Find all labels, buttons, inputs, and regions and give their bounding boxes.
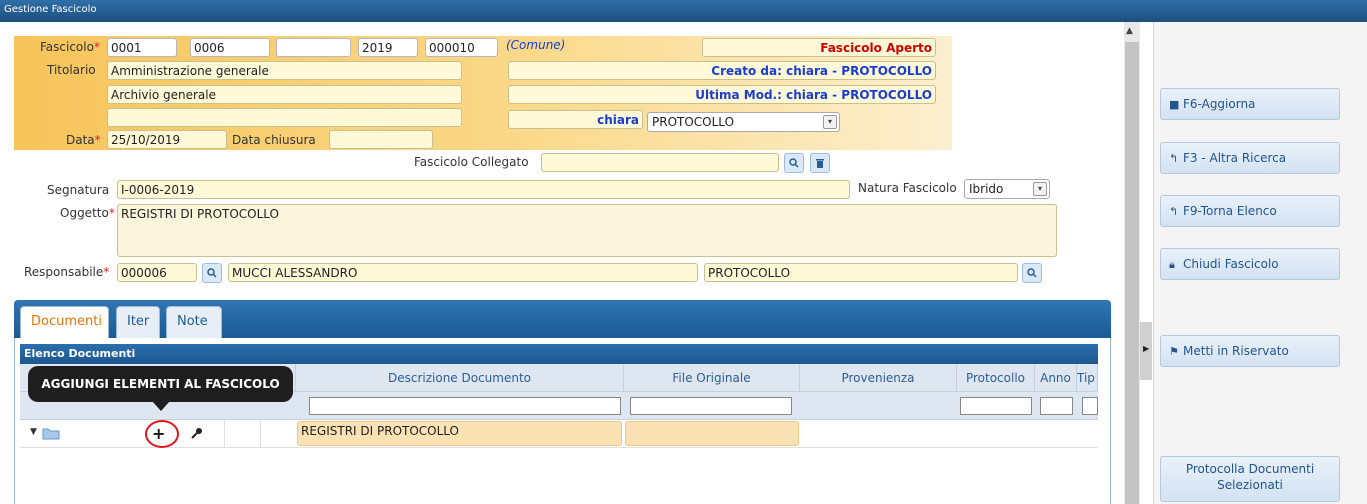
tab-iter[interactable]: Iter [116, 306, 160, 338]
filter-file[interactable] [630, 397, 792, 415]
responsabile-name-field[interactable]: MUCCI ALESSANDRO [228, 263, 698, 282]
column-header-tipo[interactable]: Tip [1077, 364, 1098, 392]
titolario-field-3[interactable] [107, 108, 462, 127]
grid-title: Elenco Documenti [20, 344, 1098, 364]
torna-elenco-button[interactable]: ↰ F9-Torna Elenco [1160, 195, 1340, 227]
comune-label: (Comune) [506, 38, 566, 52]
protocolla-button[interactable]: Protocolla Documenti Selezionati [1160, 456, 1340, 502]
oggetto-label: Oggetto* [60, 206, 115, 220]
cell-divider [260, 420, 261, 448]
data-label: Data* [66, 133, 101, 147]
segnatura-label: Segnatura [47, 183, 110, 197]
data-chiusura-label: Data chiusura [232, 133, 316, 147]
natura-select[interactable]: Ibrido ▾ [964, 179, 1050, 199]
save-icon: ■ [1169, 98, 1180, 111]
column-header-anno[interactable]: Anno [1035, 364, 1077, 392]
responsabile-label: Responsabile* [24, 265, 110, 279]
fascicolo-code-3[interactable] [276, 38, 351, 57]
titolario-label: Titolario [47, 63, 96, 77]
responsabile-code-field[interactable]: 000006 [117, 263, 197, 282]
trash-icon[interactable] [810, 153, 830, 173]
folder-icon [42, 426, 60, 443]
window-title: Gestione Fascicolo [0, 0, 1367, 22]
data-field[interactable]: 25/10/2019 [107, 130, 227, 149]
filter-tipo[interactable] [1082, 397, 1098, 415]
scroll-up-icon[interactable]: ▲ [1126, 26, 1133, 36]
protocolla-line-1: Protocolla Documenti [1185, 462, 1315, 476]
add-icon[interactable]: + [152, 424, 165, 443]
chevron-down-icon: ▾ [823, 115, 837, 129]
search-icon[interactable] [202, 263, 222, 283]
tooltip: AGGIUNGI ELEMENTI AL FASCICOLO [28, 366, 293, 402]
natura-label: Natura Fascicolo [858, 181, 957, 195]
fascicolo-code-2[interactable]: 0006 [190, 38, 270, 57]
protocolla-line-2: Selezionati [1217, 478, 1283, 492]
fascicolo-code-1[interactable]: 0001 [107, 38, 177, 57]
aggiorna-button[interactable]: ■ F6-Aggiorna [1160, 88, 1340, 120]
filter-anno[interactable] [1040, 397, 1073, 415]
column-header-descrizione[interactable]: Descrizione Documento [296, 364, 624, 392]
oggetto-textarea[interactable]: REGISTRI DI PROTOCOLLO [117, 204, 1057, 257]
tab-documenti[interactable]: Documenti [20, 306, 109, 338]
key-icon[interactable] [191, 427, 203, 442]
lock-icon: 🔒︎ [1169, 258, 1175, 271]
data-chiusura-field[interactable] [329, 130, 433, 149]
fascicolo-label: Fascicolo* [40, 40, 100, 54]
scrollbar-thumb[interactable] [1125, 42, 1139, 504]
responsabile-office-field[interactable]: PROTOCOLLO [704, 263, 1018, 282]
segnatura-field[interactable]: I-0006-2019 [117, 180, 850, 199]
fascicolo-number[interactable]: 000010 [425, 38, 498, 57]
back-arrow-icon: ↰ [1169, 205, 1179, 218]
chevron-down-icon: ▾ [1033, 182, 1047, 196]
column-header-protocollo[interactable]: Protocollo [957, 364, 1035, 392]
search-icon[interactable] [784, 153, 804, 173]
created-by-field: Creato da: chiara - PROTOCOLLO [508, 61, 936, 80]
collegato-label: Fascicolo Collegato [414, 155, 529, 169]
tab-note[interactable]: Note [166, 306, 222, 338]
cell-divider [224, 420, 225, 448]
expand-icon[interactable]: ▼ [30, 427, 37, 437]
titolario-field-1[interactable]: Amministrazione generale [107, 61, 462, 80]
collapse-arrow-icon[interactable]: ▶ [1143, 344, 1149, 353]
user-field: chiara [508, 110, 643, 129]
cell-descrizione[interactable]: REGISTRI DI PROTOCOLLO [297, 421, 622, 446]
chiudi-fascicolo-button[interactable]: 🔒︎ Chiudi Fascicolo [1160, 248, 1340, 280]
cell-file[interactable] [625, 421, 799, 446]
collegato-field[interactable] [541, 153, 779, 172]
search-icon[interactable] [1022, 263, 1042, 283]
riservato-button[interactable]: ⚑ Metti in Riservato [1160, 335, 1340, 367]
column-header-file[interactable]: File Originale [624, 364, 800, 392]
office-select[interactable]: PROTOCOLLO ▾ [647, 112, 840, 132]
flag-icon: ⚑ [1169, 345, 1179, 358]
last-mod-field: Ultima Mod.: chiara - PROTOCOLLO [508, 85, 936, 104]
status-field: Fascicolo Aperto [702, 38, 936, 57]
tooltip-arrow [152, 401, 170, 411]
filter-descrizione[interactable] [309, 397, 621, 415]
altra-ricerca-button[interactable]: ↰ F3 - Altra Ricerca [1160, 142, 1340, 174]
back-arrow-icon: ↰ [1169, 152, 1179, 165]
filter-protocollo[interactable] [960, 397, 1032, 415]
column-header-provenienza[interactable]: Provenienza [800, 364, 957, 392]
titolario-field-2[interactable]: Archivio generale [107, 85, 462, 104]
fascicolo-year[interactable]: 2019 [358, 38, 418, 57]
